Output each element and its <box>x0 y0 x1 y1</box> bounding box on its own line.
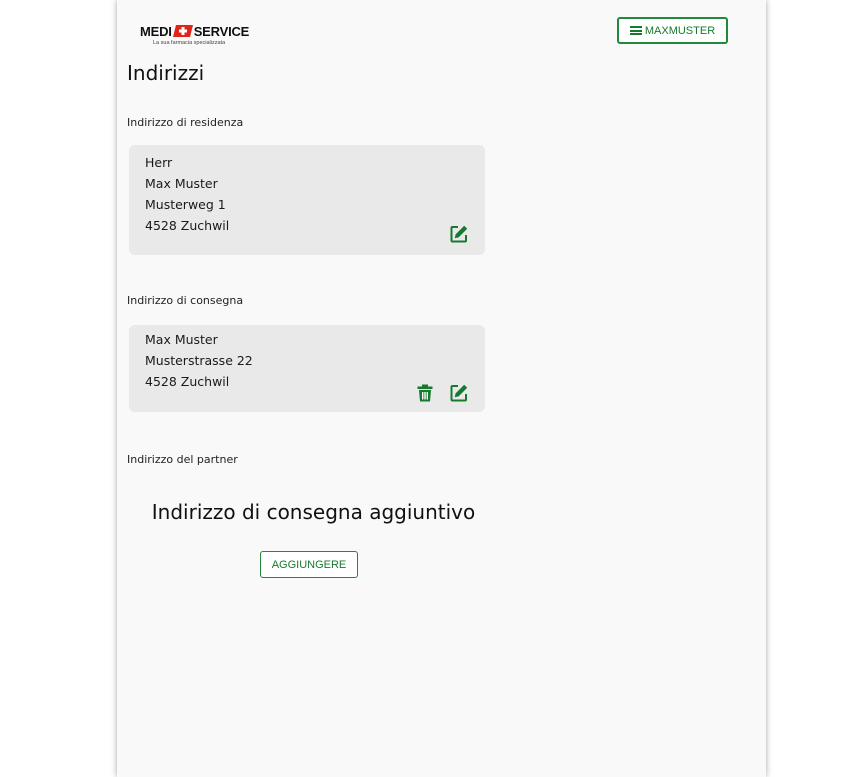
delivery-address-card: Max Muster Musterstrasse 22 4528 Zuchwil <box>129 325 485 412</box>
address-line: Herr <box>145 155 173 170</box>
delivery-section-label: Indirizzo di consegna <box>127 294 244 307</box>
address-line: 4528 Zuchwil <box>145 374 230 389</box>
logo-tagline: La sua farmacia specializzata <box>153 40 226 46</box>
address-line: Musterweg 1 <box>145 197 226 212</box>
edit-icon[interactable] <box>449 224 469 244</box>
address-line: Musterstrasse 22 <box>145 353 253 368</box>
edit-icon[interactable] <box>449 383 469 403</box>
trash-icon[interactable] <box>415 383 435 403</box>
address-line: Max Muster <box>145 332 218 347</box>
hamburger-icon <box>629 26 642 35</box>
address-line: 4528 Zuchwil <box>145 218 230 233</box>
add-address-button[interactable]: AGGIUNGERE <box>260 551 358 578</box>
page-container: MEDI SERVICE La sua farmacia specializza… <box>117 0 766 777</box>
user-menu-label: MAXMUSTER <box>644 24 716 37</box>
additional-address-heading: Indirizzo di consegna aggiuntivo <box>151 500 476 524</box>
residence-address-card: Herr Max Muster Musterweg 1 4528 Zuchwil <box>129 145 485 255</box>
logo-wordmark: MEDI SERVICE <box>140 24 249 39</box>
swiss-cross-icon <box>172 25 193 37</box>
user-menu-button[interactable]: MAXMUSTER <box>617 17 728 44</box>
logo-word-right: SERVICE <box>193 24 250 39</box>
brand-logo[interactable]: MEDI SERVICE La sua farmacia specializza… <box>140 24 280 52</box>
logo-word-left: MEDI <box>140 24 172 39</box>
address-line: Max Muster <box>145 176 218 191</box>
residence-section-label: Indirizzo di residenza <box>127 116 244 129</box>
partner-section-label: Indirizzo del partner <box>127 453 238 466</box>
page-title: Indirizzi <box>127 61 205 85</box>
